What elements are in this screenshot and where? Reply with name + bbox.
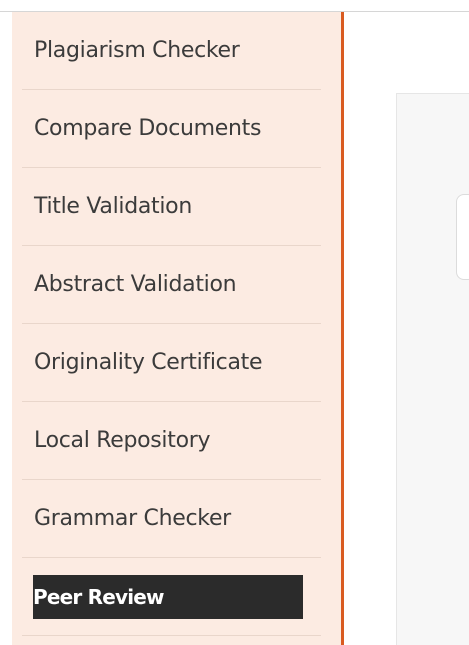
sidebar-item-plagiarism-checker[interactable]: Plagiarism Checker — [22, 12, 321, 90]
sidebar-item-local-repository[interactable]: Local Repository — [22, 402, 321, 480]
sidebar-item-label: Plagiarism Checker — [34, 38, 240, 63]
content-card — [456, 194, 469, 280]
sidebar-item-originality-certificate[interactable]: Originality Certificate — [22, 324, 321, 402]
sidebar-nav: Plagiarism Checker Compare Documents Tit… — [12, 12, 344, 645]
sidebar-menu: Plagiarism Checker Compare Documents Tit… — [12, 12, 341, 636]
main-content-panel — [396, 93, 469, 645]
app-page: Plagiarism Checker Compare Documents Tit… — [0, 0, 469, 645]
sidebar-item-label: Originality Certificate — [34, 350, 263, 375]
sidebar-item-label: Compare Documents — [34, 116, 262, 141]
sidebar-item-grammar-checker[interactable]: Grammar Checker — [22, 480, 321, 558]
sidebar-item-label: Grammar Checker — [34, 506, 231, 531]
sidebar-item-title-validation[interactable]: Title Validation — [22, 168, 321, 246]
top-divider — [0, 0, 469, 12]
sidebar-item-abstract-validation[interactable]: Abstract Validation — [22, 246, 321, 324]
sidebar-item-label-active: Peer Review — [33, 574, 303, 619]
sidebar-item-label: Local Repository — [34, 428, 211, 453]
sidebar-item-compare-documents[interactable]: Compare Documents — [22, 90, 321, 168]
sidebar-item-label: Abstract Validation — [34, 272, 237, 297]
sidebar-item-peer-review[interactable]: Peer Review — [22, 558, 321, 636]
sidebar-item-label: Title Validation — [34, 194, 192, 219]
